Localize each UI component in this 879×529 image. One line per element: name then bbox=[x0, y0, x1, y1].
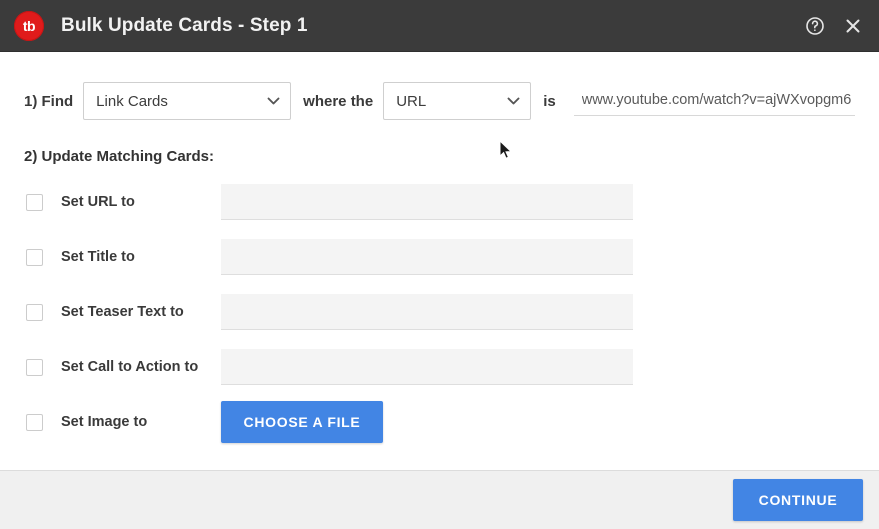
checkbox-set-teaser-text[interactable] bbox=[26, 303, 43, 321]
choose-a-file-button[interactable]: CHOOSE A FILE bbox=[221, 401, 383, 443]
field-label-set-call-to-action: Set Call to Action to bbox=[61, 359, 199, 375]
update-section-heading: 2) Update Matching Cards: bbox=[24, 148, 215, 165]
tb-logo-icon: tb bbox=[14, 11, 44, 41]
find-is-label: is bbox=[543, 92, 556, 110]
dialog-titlebar: tb Bulk Update Cards - Step 1 bbox=[0, 0, 879, 52]
continue-button[interactable]: CONTINUE bbox=[733, 479, 863, 521]
update-field-rows: Set URL to Set Title to Set Teaser Text … bbox=[24, 184, 855, 443]
field-label-set-title: Set Title to bbox=[61, 249, 135, 265]
dialog-footer: CONTINUE bbox=[0, 470, 879, 529]
find-value-wrap bbox=[573, 86, 855, 116]
dialog-body: 1) Find Link Cards where the URL is www.… bbox=[0, 52, 879, 470]
field-label-set-image: Set Image to bbox=[61, 414, 148, 430]
input-set-url[interactable] bbox=[221, 184, 633, 220]
checkbox-set-call-to-action[interactable] bbox=[26, 358, 43, 376]
field-row-set-image: Set Image to CHOOSE A FILE bbox=[24, 401, 855, 443]
find-value-input[interactable] bbox=[573, 86, 855, 116]
checkbox-set-image[interactable] bbox=[26, 413, 43, 431]
find-criteria-row: 1) Find Link Cards where the URL is www.… bbox=[24, 82, 855, 120]
help-circle-icon[interactable] bbox=[803, 14, 827, 38]
find-type-select[interactable]: Link Cards bbox=[83, 82, 292, 120]
dialog-title: Bulk Update Cards - Step 1 bbox=[61, 15, 308, 36]
input-set-call-to-action[interactable] bbox=[221, 349, 633, 385]
field-label-set-teaser-text: Set Teaser Text to bbox=[61, 304, 184, 320]
close-icon[interactable] bbox=[841, 14, 865, 38]
field-row-set-title: Set Title to bbox=[24, 239, 855, 275]
find-type-select-wrap: Link Cards bbox=[73, 82, 292, 120]
field-row-set-teaser-text: Set Teaser Text to bbox=[24, 294, 855, 330]
field-row-set-call-to-action: Set Call to Action to bbox=[24, 349, 855, 385]
field-row-set-url: Set URL to bbox=[24, 184, 855, 220]
titlebar-actions bbox=[803, 14, 865, 38]
input-set-teaser-text[interactable] bbox=[221, 294, 633, 330]
checkbox-set-url[interactable] bbox=[26, 193, 43, 211]
checkbox-set-title[interactable] bbox=[26, 248, 43, 266]
tb-logo-text: tb bbox=[22, 18, 36, 34]
find-step-label: 1) Find bbox=[24, 92, 74, 110]
bulk-update-dialog: tb Bulk Update Cards - Step 1 1) Find Li… bbox=[0, 0, 879, 529]
find-field-select[interactable]: URL bbox=[383, 82, 532, 120]
find-where-label: where the bbox=[303, 92, 374, 110]
input-set-title[interactable] bbox=[221, 239, 633, 275]
field-label-set-url: Set URL to bbox=[61, 194, 135, 210]
find-field-select-wrap: URL bbox=[373, 82, 532, 120]
